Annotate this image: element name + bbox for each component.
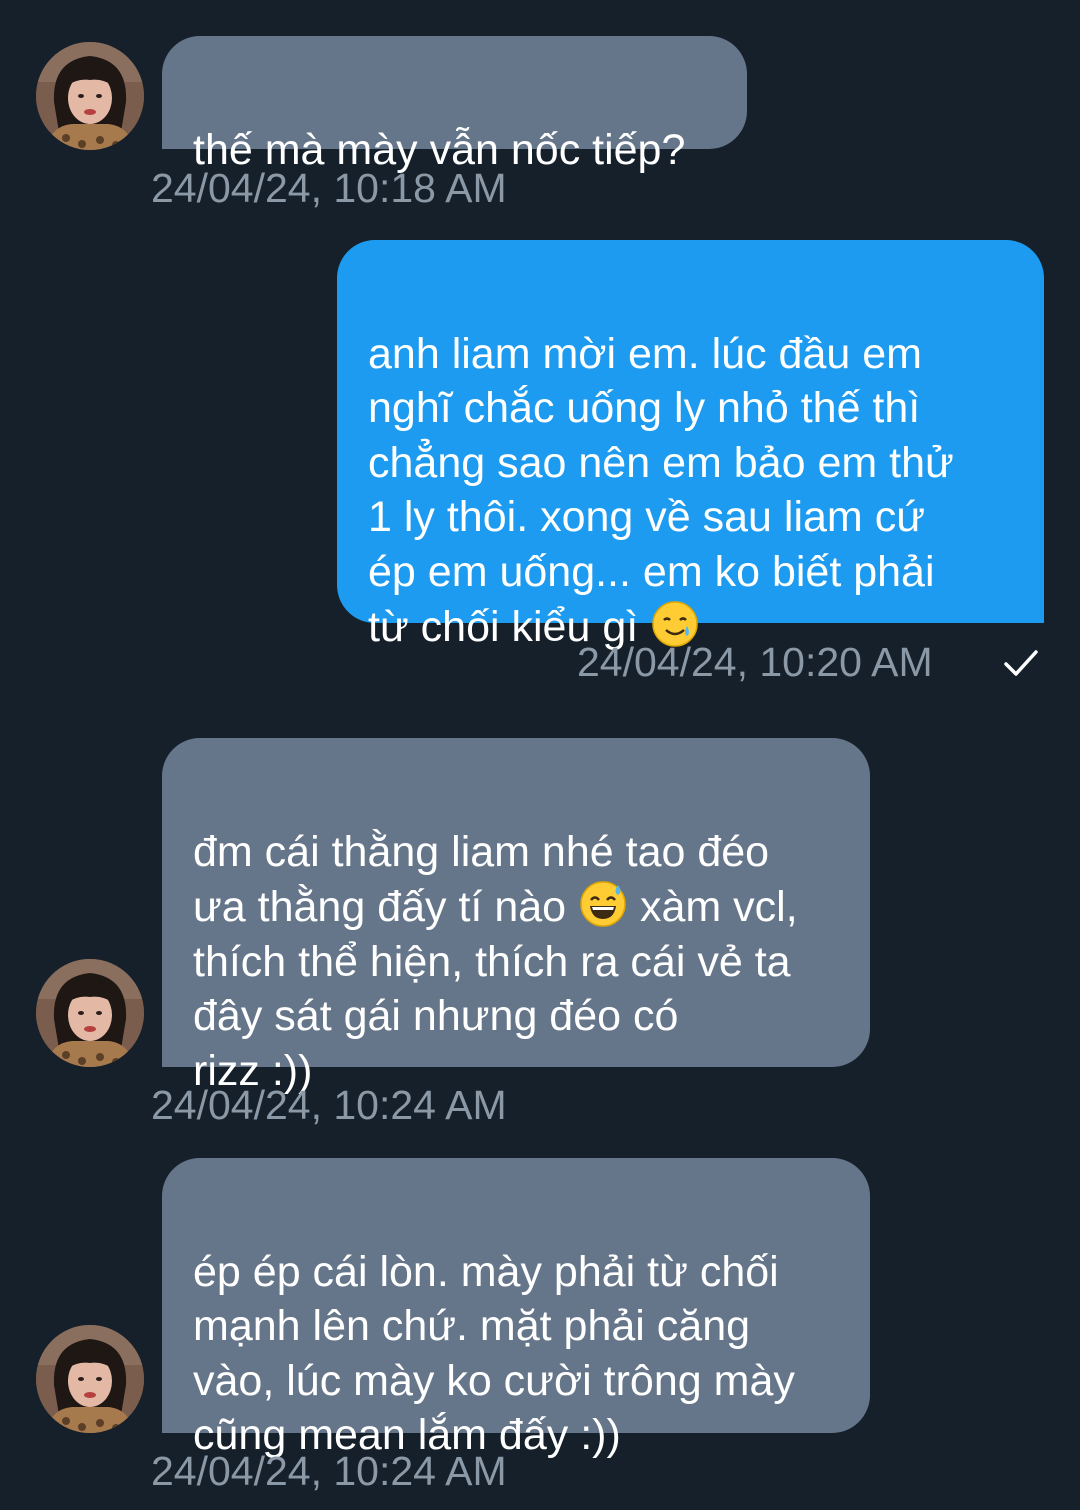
avatar[interactable] bbox=[36, 42, 144, 150]
message-timestamp: 24/04/24, 10:20 AM bbox=[577, 639, 933, 685]
message-bubble[interactable]: ép ép cái lòn. mày phải từ chối mạnh lên… bbox=[162, 1158, 870, 1459]
message-bubble[interactable]: anh liam mời em. lúc đầu em nghĩ chắc uố… bbox=[337, 240, 1044, 651]
message-timestamp: 24/04/24, 10:18 AM bbox=[151, 165, 507, 211]
grinning-face-with-sweat-icon bbox=[580, 881, 626, 927]
message-timestamp: 24/04/24, 10:24 AM bbox=[151, 1448, 507, 1494]
message-text: ép ép cái lòn. mày phải từ chối mạnh lên… bbox=[193, 1247, 795, 1460]
message-bubble[interactable]: thế mà mày vẫn nốc tiếp? bbox=[162, 36, 747, 174]
avatar[interactable] bbox=[36, 959, 144, 1067]
message-timestamp: 24/04/24, 10:24 AM bbox=[151, 1082, 507, 1128]
check-icon bbox=[1004, 650, 1038, 676]
message-bubble[interactable]: đm cái thằng liam nhé tao đéo ưa thằng đ… bbox=[162, 738, 870, 1095]
avatar[interactable] bbox=[36, 1325, 144, 1433]
